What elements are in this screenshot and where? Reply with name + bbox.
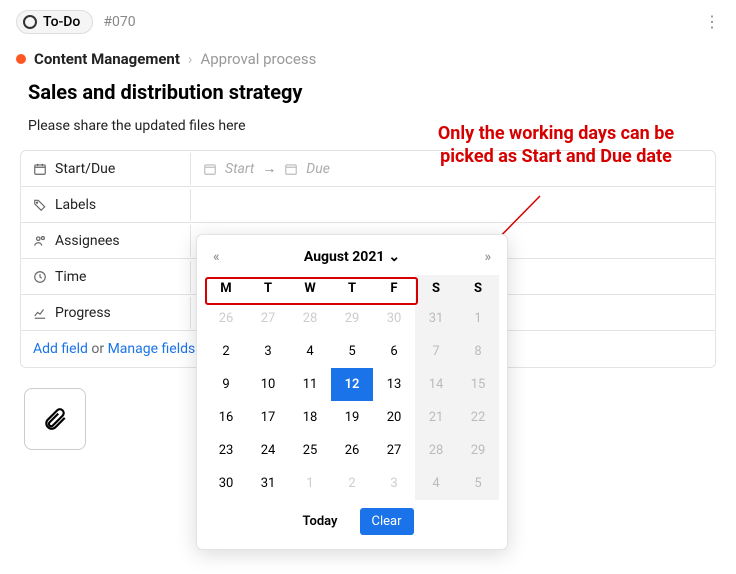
dow-header: W bbox=[289, 275, 331, 302]
date-cell: 14 bbox=[415, 368, 457, 401]
breadcrumb-sub[interactable]: Approval process bbox=[200, 50, 316, 68]
tag-icon bbox=[33, 198, 47, 212]
field-label-time: Time bbox=[21, 261, 191, 293]
date-cell[interactable]: 31 bbox=[247, 467, 289, 500]
date-cell: 28 bbox=[415, 434, 457, 467]
date-cell: 8 bbox=[457, 335, 499, 368]
date-cell[interactable]: 13 bbox=[373, 368, 415, 401]
date-cell[interactable]: 1 bbox=[289, 467, 331, 500]
arrow-right-icon: → bbox=[262, 160, 276, 177]
dow-header: M bbox=[205, 275, 247, 302]
chevron-right-icon: › bbox=[188, 50, 193, 68]
chevron-down-icon: ⌄ bbox=[388, 249, 400, 265]
date-cell: 22 bbox=[457, 401, 499, 434]
annotation-text: Only the working days can be picked as S… bbox=[416, 122, 696, 169]
date-cell[interactable]: 20 bbox=[373, 401, 415, 434]
dow-header: S bbox=[457, 275, 499, 302]
date-cell[interactable]: 12 bbox=[331, 368, 373, 401]
clock-icon bbox=[33, 270, 47, 284]
date-cell[interactable]: 4 bbox=[289, 335, 331, 368]
footer-or: or bbox=[88, 341, 108, 357]
paperclip-icon bbox=[42, 406, 68, 432]
date-cell[interactable]: 29 bbox=[331, 302, 373, 335]
dow-header: T bbox=[247, 275, 289, 302]
attachment-box[interactable] bbox=[24, 388, 86, 450]
date-cell[interactable]: 18 bbox=[289, 401, 331, 434]
project-color-dot bbox=[16, 54, 26, 64]
today-button[interactable]: Today bbox=[290, 508, 349, 535]
breadcrumb-project[interactable]: Content Management bbox=[34, 50, 180, 68]
date-cell[interactable]: 17 bbox=[247, 401, 289, 434]
date-cell[interactable]: 16 bbox=[205, 401, 247, 434]
datepicker: « August 2021 ⌄ » MTWTFSS262728293031123… bbox=[196, 234, 508, 550]
due-placeholder: Due bbox=[306, 161, 330, 177]
date-cell[interactable]: 26 bbox=[205, 302, 247, 335]
date-cell: 29 bbox=[457, 434, 499, 467]
date-cell: 5 bbox=[457, 467, 499, 500]
dow-header: F bbox=[373, 275, 415, 302]
labels-value[interactable] bbox=[191, 199, 715, 211]
date-cell[interactable]: 3 bbox=[373, 467, 415, 500]
chart-icon bbox=[33, 306, 47, 320]
users-icon bbox=[33, 234, 47, 248]
breadcrumb: Content Management › Approval process bbox=[0, 44, 736, 74]
date-cell: 1 bbox=[457, 302, 499, 335]
date-cell[interactable]: 27 bbox=[247, 302, 289, 335]
field-label-labels: Labels bbox=[21, 189, 191, 221]
date-cell[interactable]: 6 bbox=[373, 335, 415, 368]
clear-button[interactable]: Clear bbox=[360, 508, 414, 535]
manage-fields-link[interactable]: Manage fields bbox=[108, 341, 196, 357]
date-cell: 21 bbox=[415, 401, 457, 434]
calendar-icon bbox=[203, 162, 217, 176]
datepicker-month-select[interactable]: August 2021 ⌄ bbox=[304, 249, 400, 265]
calendar-icon bbox=[33, 162, 47, 176]
date-cell[interactable]: 27 bbox=[373, 434, 415, 467]
date-cell[interactable]: 24 bbox=[247, 434, 289, 467]
date-cell[interactable]: 3 bbox=[247, 335, 289, 368]
calendar-icon bbox=[284, 162, 298, 176]
date-cell: 31 bbox=[415, 302, 457, 335]
date-cell[interactable]: 19 bbox=[331, 401, 373, 434]
date-cell: 7 bbox=[415, 335, 457, 368]
date-cell[interactable]: 2 bbox=[331, 467, 373, 500]
date-cell[interactable]: 10 bbox=[247, 368, 289, 401]
date-cell[interactable]: 9 bbox=[205, 368, 247, 401]
field-label-start-due: Start/Due bbox=[21, 153, 191, 185]
date-cell: 15 bbox=[457, 368, 499, 401]
date-cell[interactable]: 11 bbox=[289, 368, 331, 401]
date-cell[interactable]: 25 bbox=[289, 434, 331, 467]
status-label: To-Do bbox=[43, 14, 80, 30]
next-year-icon[interactable]: » bbox=[484, 249, 491, 265]
date-cell[interactable]: 26 bbox=[331, 434, 373, 467]
date-cell[interactable]: 28 bbox=[289, 302, 331, 335]
more-menu-icon[interactable]: ⋮ bbox=[704, 12, 720, 31]
date-cell[interactable]: 23 bbox=[205, 434, 247, 467]
status-pill[interactable]: To-Do bbox=[16, 10, 93, 34]
date-cell[interactable]: 5 bbox=[331, 335, 373, 368]
task-id: #070 bbox=[103, 14, 135, 30]
field-label-progress: Progress bbox=[21, 297, 191, 329]
status-circle-icon bbox=[23, 15, 37, 29]
add-field-link[interactable]: Add field bbox=[33, 341, 88, 357]
date-cell: 4 bbox=[415, 467, 457, 500]
task-title[interactable]: Sales and distribution strategy bbox=[0, 74, 736, 114]
prev-year-icon[interactable]: « bbox=[213, 249, 220, 265]
date-cell[interactable]: 30 bbox=[373, 302, 415, 335]
field-label-assignees: Assignees bbox=[21, 225, 191, 257]
date-cell[interactable]: 30 bbox=[205, 467, 247, 500]
start-placeholder: Start bbox=[225, 161, 254, 177]
date-cell[interactable]: 2 bbox=[205, 335, 247, 368]
dow-header: T bbox=[331, 275, 373, 302]
dow-header: S bbox=[415, 275, 457, 302]
